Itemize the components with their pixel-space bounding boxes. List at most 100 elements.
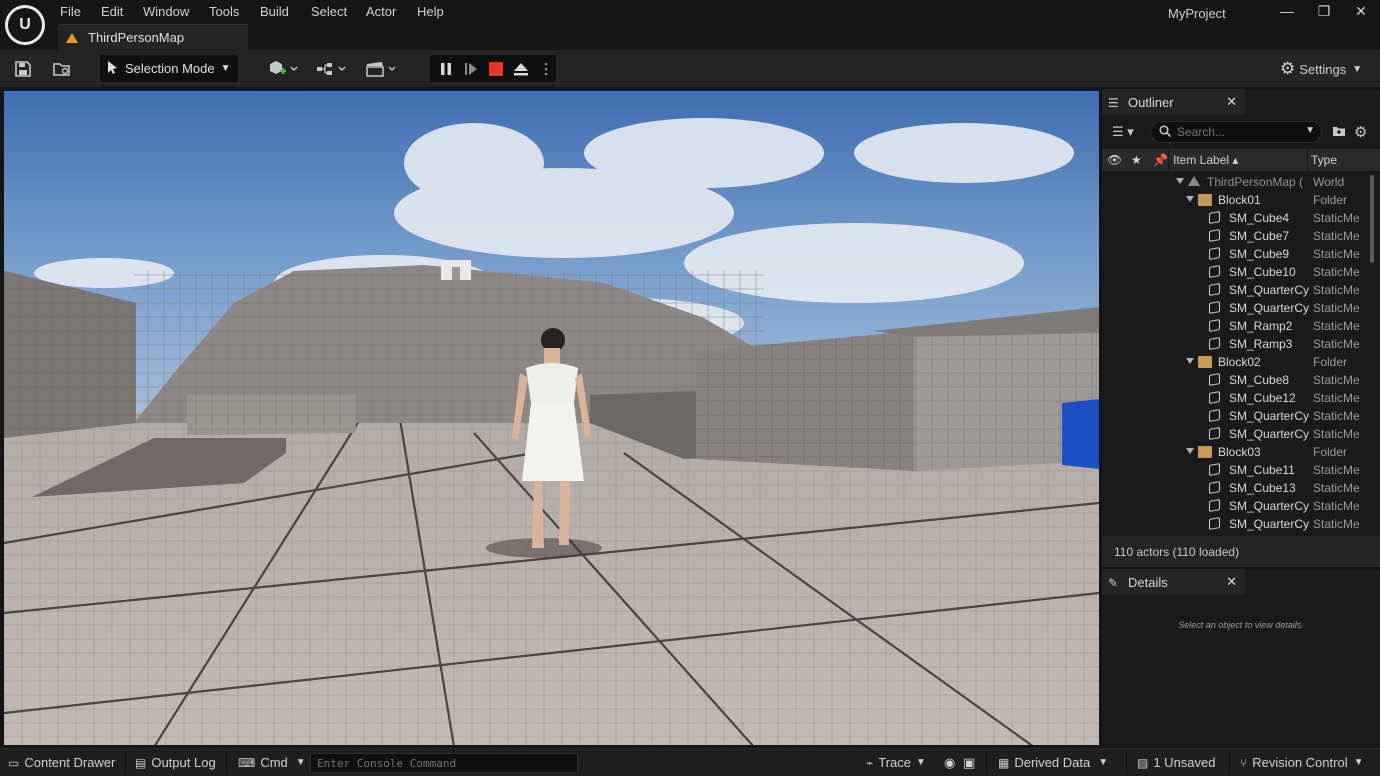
expand-arrow-icon[interactable]	[1176, 178, 1184, 184]
close-icon[interactable]: ✕	[1226, 574, 1237, 590]
menu-tools[interactable]: Tools	[209, 4, 239, 19]
content-drawer-label: Content Drawer	[24, 755, 116, 770]
stop-icon[interactable]	[487, 60, 505, 78]
database-icon: ▦	[998, 755, 1010, 770]
frame-skip-icon[interactable]	[462, 60, 480, 78]
chevron-down-icon: ▼	[1098, 757, 1109, 768]
row-type: World	[1313, 175, 1345, 189]
save-icon[interactable]	[12, 58, 34, 80]
static-mesh-icon	[1209, 265, 1220, 278]
tab-details[interactable]: ✎ Details ✕	[1102, 569, 1245, 595]
tab-third-person-map[interactable]: ThirdPersonMap	[58, 24, 248, 50]
close-window-button[interactable]: ✕	[1351, 3, 1371, 19]
settings-label: Settings	[1299, 61, 1347, 77]
folder-row[interactable]: Block03 Folder	[1102, 443, 1368, 461]
minimize-button[interactable]: —	[1277, 3, 1297, 19]
search-input[interactable]	[1177, 125, 1297, 139]
menu-help[interactable]: Help	[417, 4, 444, 19]
branch-icon: ⑂	[1240, 755, 1248, 770]
selection-mode-dropdown[interactable]: Selection Mode ▼	[100, 55, 238, 82]
table-row[interactable]: SM_QuarterCy StaticMe	[1102, 281, 1368, 299]
row-type: Folder	[1313, 355, 1348, 369]
row-label: Block02	[1218, 355, 1261, 369]
table-row[interactable]: SM_Cube7 StaticMe	[1102, 227, 1368, 245]
trace-button[interactable]: ⌁ Trace ▼	[866, 755, 926, 770]
static-mesh-icon	[1209, 427, 1220, 440]
revision-control-button[interactable]: ⑂ Revision Control ▼	[1240, 755, 1363, 770]
static-mesh-icon	[1209, 373, 1220, 386]
more-options-icon[interactable]	[537, 60, 555, 78]
cinematics-icon[interactable]	[365, 58, 399, 80]
row-type: StaticMe	[1313, 427, 1360, 441]
menu-window[interactable]: Window	[143, 4, 189, 19]
table-row[interactable]: SM_QuarterCy StaticMe	[1102, 497, 1368, 515]
table-row[interactable]: SM_Cube4 StaticMe	[1102, 209, 1368, 227]
gear-icon[interactable]: ⚙	[1354, 123, 1367, 141]
content-drawer-button[interactable]: ▭ Content Drawer	[8, 755, 115, 770]
static-mesh-icon	[1209, 283, 1220, 296]
eject-icon[interactable]	[512, 60, 530, 78]
folder-row[interactable]: Block02 Folder	[1102, 353, 1368, 371]
pause-icon[interactable]	[437, 60, 455, 78]
table-row[interactable]: SM_QuarterCy StaticMe	[1102, 407, 1368, 425]
gear-icon: ⚙	[1280, 59, 1296, 78]
expand-arrow-icon[interactable]	[1186, 358, 1194, 364]
table-row[interactable]: SM_Ramp3 StaticMe	[1102, 335, 1368, 353]
trace-label: Trace	[878, 755, 911, 770]
add-actor-icon[interactable]	[266, 58, 300, 80]
chevron-down-icon: ▼	[915, 757, 926, 768]
column-type[interactable]: Type	[1311, 153, 1337, 167]
tab-outliner[interactable]: ☰ Outliner ✕	[1102, 89, 1245, 115]
drawer-icon: ▭	[8, 755, 20, 770]
star-icon[interactable]: ★	[1131, 153, 1142, 167]
menu-actor[interactable]: Actor	[366, 4, 396, 19]
chevron-down-icon[interactable]: ▼	[1305, 125, 1315, 136]
table-row[interactable]: SM_Ramp2 StaticMe	[1102, 317, 1368, 335]
cmd-button[interactable]: ⌨ Cmd ▼	[238, 755, 306, 770]
restore-button[interactable]: ❐	[1314, 3, 1334, 19]
menu-edit[interactable]: Edit	[101, 4, 123, 19]
add-folder-icon[interactable]	[1332, 125, 1346, 140]
console-command-input[interactable]	[310, 753, 578, 773]
static-mesh-icon	[1209, 391, 1220, 404]
table-row[interactable]: SM_Cube10 StaticMe	[1102, 263, 1368, 281]
output-log-button[interactable]: ▤ Output Log	[135, 755, 216, 770]
table-row[interactable]: SM_Cube8 StaticMe	[1102, 371, 1368, 389]
expand-arrow-icon[interactable]	[1186, 448, 1194, 454]
unsaved-button[interactable]: ▨ 1 Unsaved	[1137, 755, 1216, 770]
expand-arrow-icon[interactable]	[1186, 196, 1194, 202]
table-row[interactable]: SM_QuarterCy StaticMe	[1102, 515, 1368, 533]
selection-mode-label: Selection Mode	[125, 61, 215, 76]
outliner-panel: ☰ Outliner ✕ ☰ ▾ ▼ ⚙ 👁 ★ 📌 Item Label ▴ …	[1102, 89, 1380, 567]
settings-button[interactable]: ⚙ Settings ▼	[1280, 59, 1362, 79]
table-row[interactable]: SM_QuarterCy StaticMe	[1102, 299, 1368, 317]
pin-icon[interactable]: 📌	[1153, 153, 1168, 167]
static-mesh-icon	[1209, 337, 1220, 350]
title-bar: U File Edit Window Tools Build Select Ac…	[0, 0, 1380, 50]
close-icon[interactable]: ✕	[1226, 94, 1237, 110]
filter-icon[interactable]: ☰ ▾	[1112, 124, 1134, 140]
record-icon[interactable]: ◉	[944, 755, 955, 771]
table-row[interactable]: SM_QuarterCy StaticMe	[1102, 425, 1368, 443]
outliner-search[interactable]: ▼	[1150, 121, 1322, 143]
blueprint-icon[interactable]	[315, 58, 349, 80]
unreal-logo-icon[interactable]: U	[5, 5, 45, 45]
world-row[interactable]: ThirdPersonMap (World	[1102, 173, 1368, 191]
derived-data-button[interactable]: ▦ Derived Data ▼	[998, 755, 1108, 770]
outliner-scrollbar[interactable]	[1368, 173, 1376, 533]
table-row[interactable]: SM_Cube13 StaticMe	[1102, 479, 1368, 497]
column-item-label[interactable]: Item Label ▴	[1173, 153, 1238, 167]
browse-icon[interactable]	[51, 58, 73, 80]
menu-select[interactable]: Select	[311, 4, 347, 19]
folder-row[interactable]: Block01 Folder	[1102, 191, 1368, 209]
screenshot-icon[interactable]: ▣	[963, 755, 975, 771]
table-row[interactable]: SM_Cube11 StaticMe	[1102, 461, 1368, 479]
table-row[interactable]: SM_Cube9 StaticMe	[1102, 245, 1368, 263]
row-type: StaticMe	[1313, 247, 1360, 261]
visibility-icon[interactable]: 👁	[1107, 153, 1122, 167]
level-viewport[interactable]	[4, 91, 1099, 745]
menu-file[interactable]: File	[60, 4, 81, 19]
table-row[interactable]: SM_Cube12 StaticMe	[1102, 389, 1368, 407]
menu-build[interactable]: Build	[260, 4, 289, 19]
chevron-down-icon: ▼	[1352, 63, 1363, 75]
